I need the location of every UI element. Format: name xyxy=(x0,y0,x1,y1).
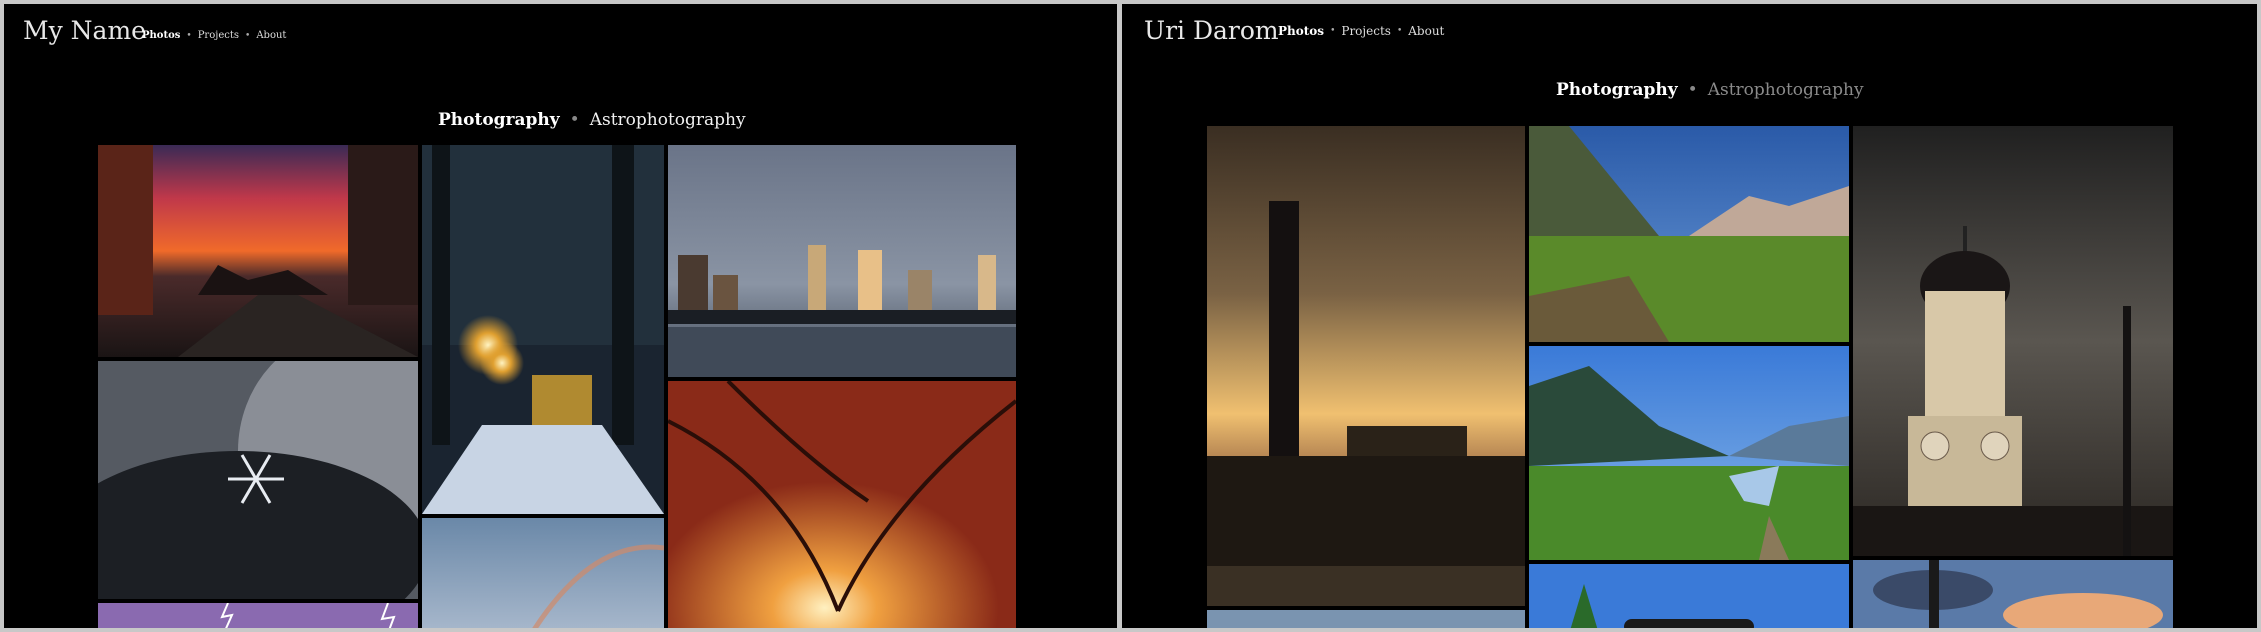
nav-photos[interactable]: Photos xyxy=(142,30,180,41)
nav-separator: • xyxy=(245,30,251,41)
photo-tile-mountain-river[interactable] xyxy=(1529,346,1849,560)
site-title[interactable]: Uri Darom xyxy=(1144,16,1279,45)
nav-about[interactable]: About xyxy=(1408,24,1444,38)
nav-about[interactable]: About xyxy=(256,30,286,41)
left-browser-view: My Name Photos • Projects • About Photog… xyxy=(4,4,1117,628)
nav-separator: • xyxy=(1330,26,1336,36)
photo-tile-dusk-clouds[interactable] xyxy=(1853,560,2173,628)
photo-tile-smokestack-sunset[interactable] xyxy=(1207,126,1525,606)
photo-tile-clock-tower[interactable] xyxy=(1853,126,2173,556)
gallery-subnav: Photography • Astrophotography xyxy=(1556,80,1864,100)
subnav-astrophotography[interactable]: Astrophotography xyxy=(1708,80,1864,100)
photo-tile-tree-sky[interactable] xyxy=(1529,564,1849,628)
photo-tile-autumn-leaves[interactable] xyxy=(668,381,1016,628)
main-nav: Photos • Projects • About xyxy=(1278,24,1444,38)
photo-tile-snowy-path-lamps[interactable] xyxy=(422,145,664,514)
photo-tile-snowflake[interactable] xyxy=(98,361,418,599)
photo-tile-lightning[interactable] xyxy=(98,603,418,628)
subnav-separator: • xyxy=(569,110,580,130)
subnav-astrophotography[interactable]: Astrophotography xyxy=(590,110,746,130)
gallery-subnav: Photography • Astrophotography xyxy=(438,110,746,130)
subnav-photography[interactable]: Photography xyxy=(1556,80,1678,100)
photo-tile-rainbow[interactable] xyxy=(422,518,664,628)
subnav-separator: • xyxy=(1687,80,1698,100)
photo-tile-sunset-railroad[interactable] xyxy=(98,145,418,357)
right-browser-view: Uri Darom Photos • Projects • About Phot… xyxy=(1122,4,2257,628)
main-nav: Photos • Projects • About xyxy=(142,30,286,41)
nav-projects[interactable]: Projects xyxy=(198,30,239,41)
nav-separator: • xyxy=(186,30,192,41)
photo-tile-city-skyline[interactable] xyxy=(668,145,1016,377)
photo-tile-bottom-left[interactable] xyxy=(1207,610,1525,628)
site-title[interactable]: My Name xyxy=(23,16,146,45)
nav-photos[interactable]: Photos xyxy=(1278,24,1324,38)
nav-projects[interactable]: Projects xyxy=(1341,24,1391,38)
nav-separator: • xyxy=(1396,26,1403,36)
subnav-photography[interactable]: Photography xyxy=(438,110,560,130)
photo-tile-mountain-meadow[interactable] xyxy=(1529,126,1849,342)
